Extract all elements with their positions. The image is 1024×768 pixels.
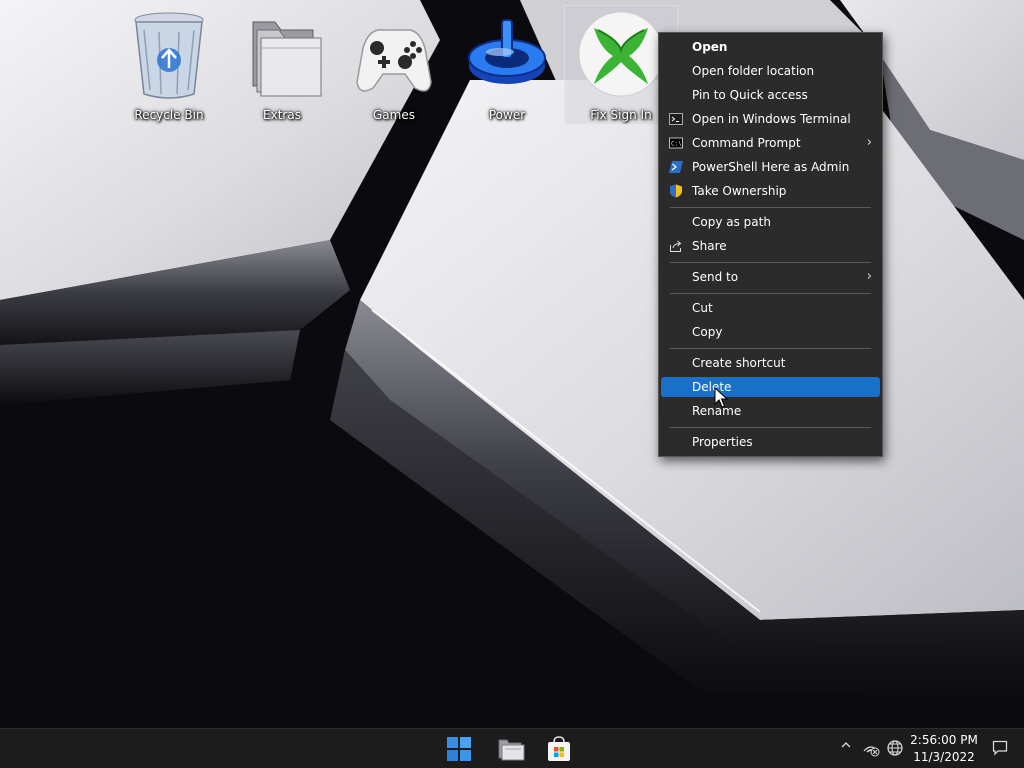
menu-item-label: Create shortcut	[692, 356, 786, 370]
menu-item-take-ownership[interactable]: Take Ownership	[661, 181, 880, 201]
powershell-icon	[669, 161, 683, 173]
menu-item-label: Send to	[692, 270, 739, 284]
folder-icon	[252, 21, 322, 97]
xbox-logo-icon	[578, 11, 664, 97]
menu-item-properties[interactable]: Properties	[661, 432, 880, 452]
desktop-icon-recycle-bin[interactable]: Recycle Bin	[113, 6, 225, 124]
system-clock[interactable]: 2:56:00 PM 11/3/2022	[906, 732, 982, 766]
menu-item-copy[interactable]: Copy	[661, 322, 880, 342]
menu-item-label: PowerShell Here as Admin	[692, 160, 850, 174]
desktop-icon-extras[interactable]: Extras	[226, 6, 338, 124]
menu-item-command-prompt[interactable]: C:\ Command Prompt ›	[661, 133, 880, 153]
command-prompt-icon: C:\	[669, 137, 683, 149]
menu-item-label: Open in Windows Terminal	[692, 112, 851, 126]
notification-center-icon[interactable]	[992, 740, 1008, 756]
menu-item-send-to[interactable]: Send to ›	[661, 267, 880, 287]
recycle-bin-icon	[134, 12, 204, 99]
desktop-icon-label: Fix Sign In	[590, 108, 652, 122]
microsoft-store-button[interactable]	[543, 733, 575, 765]
menu-item-label: Properties	[692, 435, 753, 449]
menu-item-create-shortcut[interactable]: Create shortcut	[661, 353, 880, 373]
menu-separator	[670, 348, 871, 349]
share-icon	[670, 240, 682, 252]
xbox-controller-icon	[356, 29, 432, 92]
menu-item-label: Copy as path	[692, 215, 771, 229]
menu-separator	[670, 293, 871, 294]
context-menu: Open Open folder location Pin to Quick a…	[658, 32, 883, 457]
menu-item-pin-to-quick-access[interactable]: Pin to Quick access	[661, 85, 880, 105]
menu-item-open-in-windows-terminal[interactable]: Open in Windows Terminal	[661, 109, 880, 129]
submenu-arrow-icon: ›	[866, 135, 872, 150]
uac-shield-icon	[670, 184, 682, 198]
windows-logo-icon	[447, 737, 471, 761]
network-disconnected-icon[interactable]	[862, 739, 880, 757]
desktop-icon-power[interactable]: Power	[451, 6, 563, 124]
menu-item-label: Copy	[692, 325, 723, 339]
menu-item-label: Command Prompt	[692, 136, 801, 150]
desktop-icon-label: Power	[488, 108, 526, 122]
menu-separator	[670, 207, 871, 208]
clock-time: 2:56:00 PM	[910, 733, 978, 747]
menu-item-powershell-here-as-admin[interactable]: PowerShell Here as Admin	[661, 157, 880, 177]
desktop-icon-label: Games	[373, 108, 415, 122]
power-icon	[468, 19, 546, 84]
file-explorer-icon	[498, 739, 525, 761]
menu-item-cut[interactable]: Cut	[661, 298, 880, 318]
menu-item-open[interactable]: Open	[661, 37, 880, 57]
taskbar: 2:56:00 PM 11/3/2022	[0, 728, 1024, 768]
menu-item-open-folder-location[interactable]: Open folder location	[661, 61, 880, 81]
menu-item-label: Open folder location	[692, 64, 815, 78]
menu-separator	[670, 427, 871, 428]
chevron-up-icon	[841, 742, 851, 748]
mouse-cursor-icon	[714, 387, 728, 408]
menu-item-delete[interactable]: Delete	[661, 377, 880, 397]
clock-date: 11/3/2022	[913, 750, 975, 764]
desktop-icon-label: Recycle Bin	[134, 108, 204, 122]
menu-separator	[670, 262, 871, 263]
menu-item-label: Share	[692, 239, 727, 253]
show-hidden-icons-button[interactable]	[838, 739, 854, 755]
file-explorer-button[interactable]	[495, 733, 527, 765]
menu-item-rename[interactable]: Rename	[661, 401, 880, 421]
menu-item-label: Open	[692, 40, 728, 54]
menu-item-copy-as-path[interactable]: Copy as path	[661, 212, 880, 232]
store-icon	[548, 736, 570, 761]
desktop-icon-games[interactable]: Games	[338, 6, 450, 124]
desktop-icon-label: Extras	[263, 108, 301, 122]
terminal-icon	[669, 113, 683, 125]
start-button[interactable]	[443, 733, 475, 765]
globe-icon[interactable]	[886, 739, 904, 757]
menu-item-label: Cut	[692, 301, 713, 315]
svg-text:C:\: C:\	[671, 141, 682, 148]
submenu-arrow-icon: ›	[866, 269, 872, 284]
menu-item-label: Take Ownership	[692, 184, 787, 198]
menu-item-label: Pin to Quick access	[692, 88, 808, 102]
menu-item-share[interactable]: Share	[661, 236, 880, 256]
